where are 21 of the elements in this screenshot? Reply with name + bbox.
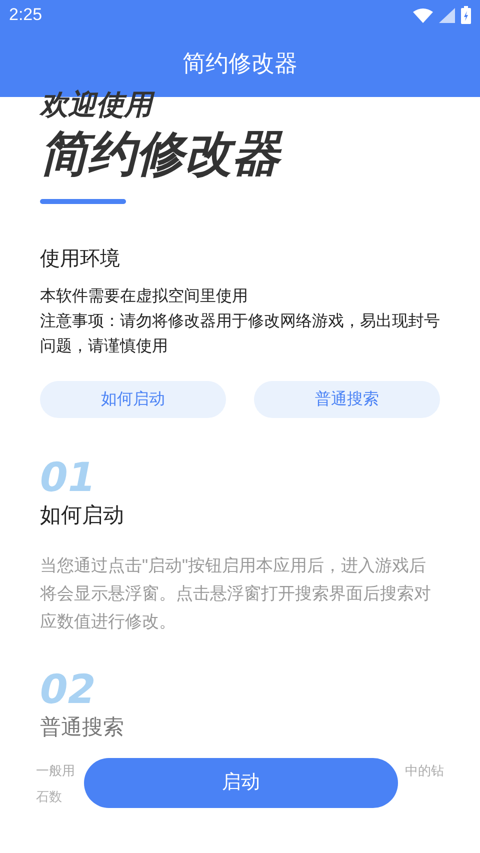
hero-title: 简约修改器 [40, 131, 440, 179]
start-button[interactable]: 启动 [84, 758, 398, 808]
battery-icon [461, 6, 471, 24]
step-number: 01 [40, 458, 96, 498]
info-text: 本软件需要在虚拟空间里使用 [40, 286, 249, 307]
faded-text: 一般用 [36, 762, 75, 780]
shortcut-button[interactable]: 如何启动 [40, 381, 226, 418]
faded-text: 中的钻 [405, 762, 444, 780]
section-heading: 如何启动 [40, 503, 125, 529]
signal-icon [439, 8, 455, 22]
welcome-text: 欢迎使用 [40, 91, 440, 119]
section-description: 当您通过点击"启动"按钮启用本应用后，进入游戏后将会显示悬浮窗。点击悬浮窗打开搜索界面后搜索对应数值进行修改。 [40, 554, 432, 632]
info-text: 注意事项：请勿将修改器用于修改网络游戏，易出现封号问题，请谨慎使用 [40, 312, 440, 357]
step-number: 02 [40, 670, 96, 710]
faded-text: 石数 [36, 788, 62, 806]
status-time: 2:25 [9, 4, 42, 26]
shortcut-button[interactable]: 普通搜索 [254, 381, 440, 418]
app-title: 简约修改器 [182, 49, 298, 78]
section-heading: 普通搜索 [40, 714, 125, 740]
wifi-icon [413, 8, 433, 22]
section-heading: 使用环境 [40, 247, 121, 272]
